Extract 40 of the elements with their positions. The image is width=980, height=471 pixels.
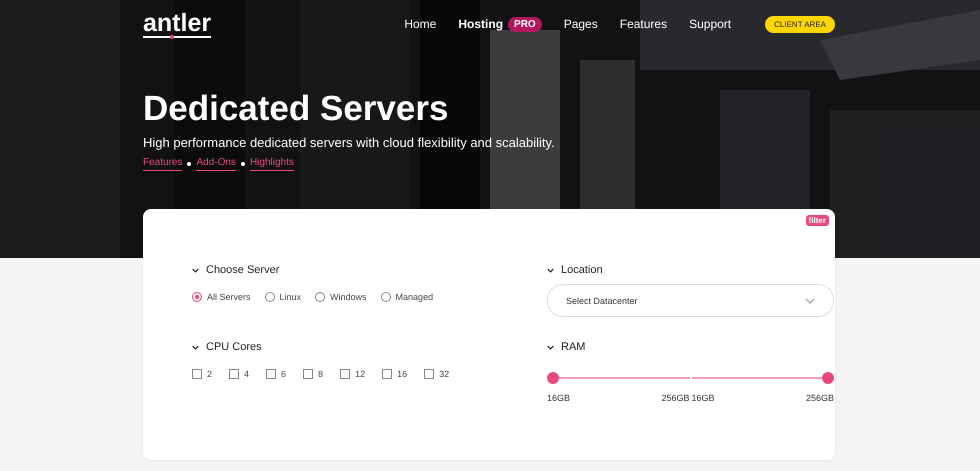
chevron-down-icon[interactable] (192, 344, 199, 350)
section-title: RAM (561, 341, 586, 353)
slider-max-label: 256GB (661, 393, 690, 403)
nav-link[interactable]: Hosting PRO (458, 16, 542, 32)
page-subtitle: High performance dedicated servers with cloud flexibility and scalability. (143, 135, 556, 150)
checkbox-option[interactable]: 32 (424, 369, 450, 379)
section-link[interactable]: Highlights (250, 157, 294, 171)
section-title: Choose Server (206, 264, 280, 276)
slider-min-label: 16GB (547, 393, 570, 403)
section-title: CPU Cores (206, 341, 262, 353)
slider-thumb[interactable] (822, 372, 834, 384)
bullet-icon (187, 162, 192, 166)
nav-link[interactable]: Features (620, 17, 668, 31)
datacenter-select[interactable]: Select Datacenter (547, 284, 834, 317)
slider-max-label: 256GB (806, 393, 834, 403)
checkbox-option[interactable]: 12 (340, 369, 366, 379)
nav-link[interactable]: Support (689, 17, 732, 31)
bullet-icon (240, 162, 245, 166)
client-area-button[interactable]: CLIENT AREA (765, 16, 835, 32)
checkbox-option[interactable]: 2 (192, 369, 212, 379)
slider-min-label: 16GB (692, 393, 715, 403)
nav-link[interactable]: Pages (564, 17, 598, 31)
nav-link[interactable]: Home (404, 17, 436, 31)
slider-thumb[interactable] (547, 372, 559, 384)
filter-tag: filter (806, 215, 829, 226)
section-link[interactable]: Features (143, 157, 182, 171)
section-title: Location (561, 264, 603, 276)
page-title: Dedicated Servers (143, 88, 450, 130)
section-link[interactable]: Add-Ons (196, 157, 236, 171)
radio-option[interactable]: Linux (264, 292, 302, 302)
chevron-down-icon (805, 298, 815, 304)
logo-dot-icon (170, 34, 174, 38)
chevron-down-icon[interactable] (192, 268, 199, 272)
radio-option[interactable]: Windows (315, 292, 367, 302)
logo[interactable]: antler (143, 10, 212, 38)
radio-option[interactable]: Managed (380, 292, 434, 302)
chevron-down-icon[interactable] (547, 344, 554, 350)
chevron-down-icon[interactable] (547, 268, 554, 272)
checkbox-option[interactable]: 16 (382, 369, 408, 379)
radio-option[interactable]: All Servers (192, 292, 251, 302)
